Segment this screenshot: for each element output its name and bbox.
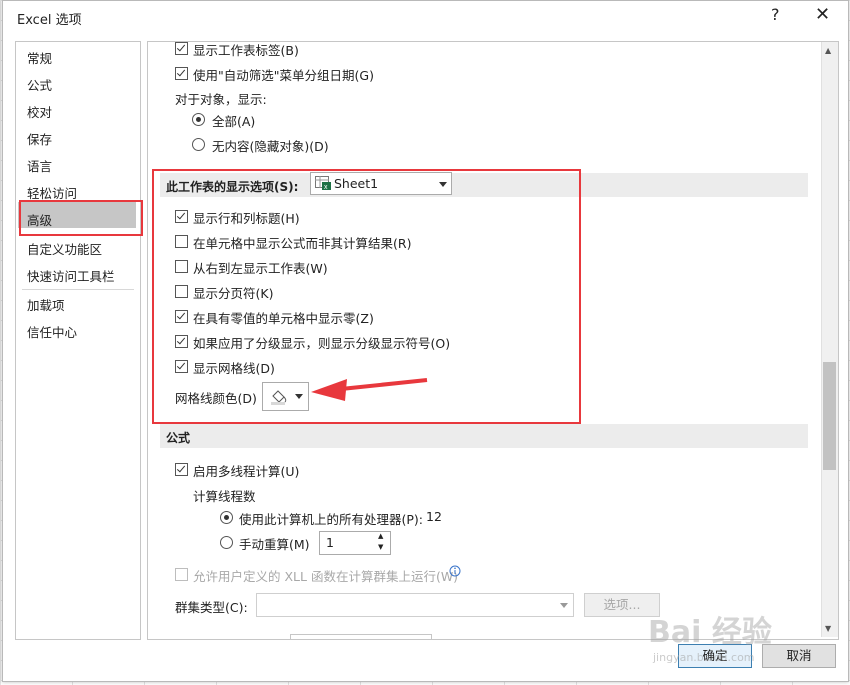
nav-highlight-box [19, 200, 143, 236]
objects-nothing-label: 无内容(隐藏对象)(D) [212, 139, 329, 154]
close-button[interactable]: ✕ [815, 4, 830, 25]
nav-item-language[interactable]: 语言 [27, 156, 52, 175]
scroll-up-icon[interactable]: ▲ [825, 46, 831, 55]
objects-all-radio[interactable] [192, 113, 205, 126]
watermark-url: jingyan.baidu.com [653, 651, 755, 664]
nav-item-save[interactable]: 保存 [27, 129, 52, 148]
objects-header: 对于对象，显示: [175, 92, 267, 107]
nav-item-trust-center[interactable]: 信任中心 [27, 322, 77, 341]
use-all-processors-radio[interactable] [220, 511, 233, 524]
manual-threads-label: 手动重算(M) [239, 537, 310, 552]
formula-section-header: 公式 [160, 424, 808, 448]
objects-nothing-radio[interactable] [192, 138, 205, 151]
next-dropdown-edge [290, 634, 432, 639]
excel-options-dialog: Excel 选项 ? ✕ 常规 公式 校对 保存 语言 轻松访问 高级 自定义功… [2, 0, 849, 682]
manual-threads-spinner[interactable]: 1 ▲ ▼ [319, 531, 391, 555]
nav-item-proofing[interactable]: 校对 [27, 102, 52, 121]
dialog-title: Excel 选项 [17, 13, 82, 28]
nav-item-formulas[interactable]: 公式 [27, 75, 52, 94]
show-sheet-tabs-label: 显示工作表标签(B) [193, 43, 299, 58]
xll-cluster-checkbox[interactable] [175, 568, 188, 581]
chevron-down-icon [560, 603, 568, 608]
options-nav: 常规 公式 校对 保存 语言 轻松访问 高级 自定义功能区 快速访问工具栏 加载… [15, 41, 141, 640]
nav-divider [22, 289, 134, 290]
multithread-label: 启用多线程计算(U) [193, 464, 300, 479]
spinner-down-icon[interactable]: ▼ [378, 543, 383, 551]
group-dates-label: 使用"自动筛选"菜单分组日期(G) [193, 68, 374, 83]
threads-header: 计算线程数 [193, 489, 256, 504]
xll-cluster-label: 允许用户定义的 XLL 函数在计算群集上运行(W) [193, 569, 459, 584]
scroll-down-icon[interactable]: ▼ [825, 624, 831, 633]
processor-count: 12 [426, 509, 442, 524]
red-arrow-annotation [311, 378, 428, 401]
group-dates-checkbox[interactable] [175, 67, 188, 80]
watermark-logo: Bai 经验 [648, 615, 772, 650]
cluster-type-label: 群集类型(C): [175, 600, 248, 615]
use-all-processors-label: 使用此计算机上的所有处理器(P): [239, 512, 424, 527]
formula-section-title: 公式 [166, 431, 191, 445]
nav-item-customize-ribbon[interactable]: 自定义功能区 [27, 239, 102, 258]
show-sheet-tabs-checkbox[interactable] [175, 42, 188, 55]
manual-threads-value: 1 [326, 535, 334, 550]
help-button[interactable]: ? [771, 5, 780, 24]
info-icon [449, 565, 461, 577]
cluster-type-select[interactable] [256, 593, 574, 617]
cancel-button[interactable]: 取消 [762, 644, 836, 668]
content-scrollbar[interactable]: ▲ ▼ [821, 42, 838, 637]
nav-item-addins[interactable]: 加载项 [27, 295, 65, 314]
multithread-checkbox[interactable] [175, 463, 188, 476]
spinner-up-icon[interactable]: ▲ [378, 532, 383, 540]
nav-item-general[interactable]: 常规 [27, 48, 52, 67]
nav-item-quick-access[interactable]: 快速访问工具栏 [27, 266, 115, 285]
manual-threads-radio[interactable] [220, 536, 233, 549]
objects-all-label: 全部(A) [212, 114, 256, 129]
scrollbar-thumb[interactable] [823, 362, 836, 470]
